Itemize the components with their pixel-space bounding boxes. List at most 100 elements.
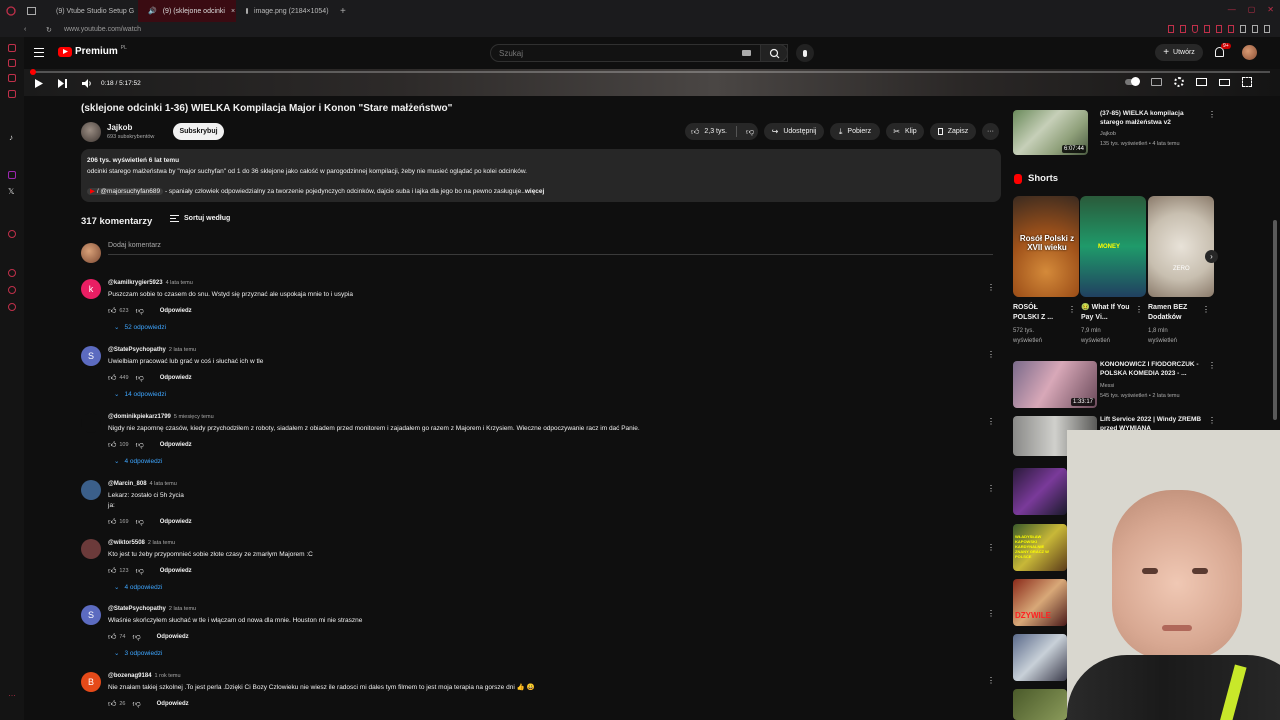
reply-button[interactable]: Odpowiedz <box>160 308 192 314</box>
new-tab-button[interactable]: + <box>340 6 346 17</box>
dislike-comment-button[interactable]: 👎︎ <box>136 566 144 576</box>
comment-menu-icon[interactable]: ⋮ <box>987 350 995 359</box>
video-menu-icon[interactable]: ⋮ <box>1208 110 1216 119</box>
channel-handle-link[interactable]: / @majorsuchyfan689 <box>97 188 160 195</box>
comment-time[interactable]: 4 lata temu <box>150 481 177 487</box>
account-avatar[interactable] <box>1242 45 1257 60</box>
download-button[interactable]: ⤓ Pobierz <box>830 123 880 140</box>
video-player[interactable]: 0:18 / 5:17:52 <box>24 69 1280 96</box>
short-thumbnail[interactable]: ZERO <box>1148 196 1214 297</box>
sidebar-app-icon[interactable] <box>8 171 16 179</box>
screenshot-icon[interactable] <box>1180 25 1186 33</box>
autoplay-toggle[interactable] <box>1125 77 1140 86</box>
view-replies-button[interactable]: ⌄ 14 odpowiedzi <box>114 390 988 399</box>
sidebar-toggle-icon[interactable] <box>22 0 40 22</box>
sidebar-app-icon[interactable] <box>8 59 16 67</box>
close-tab-icon[interactable]: × <box>231 8 235 15</box>
hamburger-menu-icon[interactable] <box>34 48 44 57</box>
browser-logo-icon[interactable] <box>0 0 22 22</box>
video-thumbnail[interactable]: DZYWILE <box>1013 579 1067 626</box>
comment-author[interactable]: @kamilkrygier5923 <box>108 280 163 286</box>
like-comment-button[interactable]: 👍︎ 623 <box>108 306 129 316</box>
clip-button[interactable]: ✂ Klip <box>886 123 924 140</box>
video-thumbnail[interactable] <box>1013 468 1067 515</box>
handle-chip[interactable]: ▶ / @majorsuchyfan689 <box>87 188 164 195</box>
video-menu-icon[interactable]: ⋮ <box>1208 361 1216 370</box>
add-comment-input[interactable]: Dodaj komentarz <box>108 242 993 255</box>
video-title[interactable]: KONONOWICZ I FIODORCZUK - POLSKA KOMEDIA… <box>1100 361 1208 378</box>
short-thumbnail[interactable]: MONEY <box>1080 196 1146 297</box>
short-title[interactable]: 🤢 What If You Pay Vi... <box>1081 303 1133 323</box>
menu-icon[interactable] <box>1264 25 1270 33</box>
microphone-button[interactable] <box>796 44 814 62</box>
video-title[interactable]: (37-85) WIELKA kompilacja starego małżeń… <box>1100 110 1200 127</box>
like-comment-button[interactable]: 👍︎ 169 <box>108 517 129 527</box>
like-comment-button[interactable]: 👍︎ 109 <box>108 440 129 450</box>
view-replies-button[interactable]: ⌄ 4 odpowiedzi <box>114 457 988 466</box>
more-actions-button[interactable]: ··· <box>982 123 999 140</box>
browser-tab-active[interactable]: 🔊 (9) (sklejone odcinki × <box>138 0 236 22</box>
download-icon[interactable] <box>1252 25 1258 33</box>
dislike-comment-button[interactable]: 👎︎ <box>133 699 141 709</box>
comment-author[interactable]: @wiktor5508 <box>108 540 145 546</box>
shield-icon[interactable] <box>1192 25 1198 33</box>
channel-name[interactable]: Jajkob <box>107 123 132 132</box>
short-menu-icon[interactable]: ⋮ <box>1135 305 1143 314</box>
back-icon[interactable]: ‹ <box>24 26 46 33</box>
dislike-comment-button[interactable]: 👎︎ <box>136 517 144 527</box>
tiktok-icon[interactable]: ♪ <box>9 133 13 142</box>
dislike-comment-button[interactable]: 👎︎ <box>136 373 144 383</box>
maximize-icon[interactable]: ▢ <box>1248 5 1256 14</box>
view-replies-button[interactable]: ⌄ 52 odpowiedzi <box>114 323 988 332</box>
reply-button[interactable]: Odpowiedz <box>160 375 192 381</box>
close-window-icon[interactable]: ✕ <box>1267 5 1274 14</box>
commenter-avatar[interactable]: S <box>81 605 101 625</box>
short-thumbnail[interactable]: Rosół Polski z XVII wieku <box>1013 196 1079 297</box>
comment-menu-icon[interactable]: ⋮ <box>987 543 995 552</box>
comment-time[interactable]: 2 lata temu <box>148 540 175 546</box>
channel-name[interactable]: Jajkob <box>1100 130 1116 138</box>
commenter-avatar[interactable]: S <box>81 346 101 366</box>
view-replies-button[interactable]: ⌄ 4 odpowiedzi <box>114 583 988 592</box>
recommended-video[interactable]: 6:07:44 (37-85) WIELKA kompilacja stareg… <box>1013 110 1216 156</box>
dislike-comment-button[interactable]: 👎︎ <box>136 306 144 316</box>
recommended-video[interactable]: 1:33:17 KONONOWICZ I FIODORCZUK - POLSKA… <box>1013 361 1216 408</box>
like-comment-button[interactable]: 👍︎ 123 <box>108 566 129 576</box>
bookmark-icon[interactable] <box>1168 25 1174 33</box>
comment-author[interactable]: @StatePsychopathy <box>108 606 166 612</box>
sidebar-app-icon[interactable] <box>8 44 16 52</box>
video-menu-icon[interactable]: ⋮ <box>1208 416 1216 425</box>
sort-button[interactable]: Sortuj według <box>170 215 230 222</box>
sidebar-app-icon[interactable] <box>8 303 16 311</box>
comment-time[interactable]: 2 lata temu <box>169 347 196 353</box>
like-comment-button[interactable]: 👍︎ 449 <box>108 373 129 383</box>
sidebar-app-icon[interactable] <box>8 230 16 238</box>
short-title[interactable]: ROSÓŁ POLSKI Z ... <box>1013 303 1065 323</box>
comment-author[interactable]: @dominikpiekarz1799 <box>108 414 171 420</box>
short-menu-icon[interactable]: ⋮ <box>1202 305 1210 314</box>
play-button[interactable] <box>35 79 43 88</box>
reply-button[interactable]: Odpowiedz <box>160 519 192 525</box>
reply-button[interactable]: Odpowiedz <box>157 634 189 640</box>
reply-button[interactable]: Odpowiedz <box>160 568 192 574</box>
extensions-icon[interactable] <box>1240 25 1246 33</box>
sidebar-app-icon[interactable] <box>8 269 16 277</box>
comment-menu-icon[interactable]: ⋮ <box>987 676 995 685</box>
channel-name[interactable]: Messi <box>1100 382 1114 390</box>
youtube-premium-logo[interactable]: Premium PL <box>58 45 127 57</box>
like-comment-button[interactable]: 👍︎ 74 <box>108 632 126 642</box>
sidebar-app-icon[interactable] <box>8 286 16 294</box>
subscribe-button[interactable]: Subskrybuj <box>173 123 224 140</box>
view-replies-button[interactable]: ⌄ 3 odpowiedzi <box>114 649 988 658</box>
dislike-comment-button[interactable]: 👎︎ <box>136 440 144 450</box>
shorts-next-button[interactable]: › <box>1205 250 1218 263</box>
video-thumbnail[interactable] <box>1013 689 1067 720</box>
dislike-button[interactable]: 👎︎ <box>746 127 754 137</box>
like-button[interactable]: 👍︎ 2,3 tys. <box>691 127 727 137</box>
video-progress-bar[interactable] <box>30 69 1270 75</box>
browser-tab-vtube[interactable]: (9) Vtube Studio Setup G <box>40 0 138 22</box>
video-thumbnail[interactable]: WŁADYSŁAW KAPOWSKI KARDYNALNIE ZNANY GRA… <box>1013 524 1067 571</box>
save-button[interactable]: Zapisz <box>930 123 976 140</box>
commenter-avatar[interactable]: B <box>81 672 101 692</box>
miniplayer-icon[interactable] <box>1196 78 1207 86</box>
